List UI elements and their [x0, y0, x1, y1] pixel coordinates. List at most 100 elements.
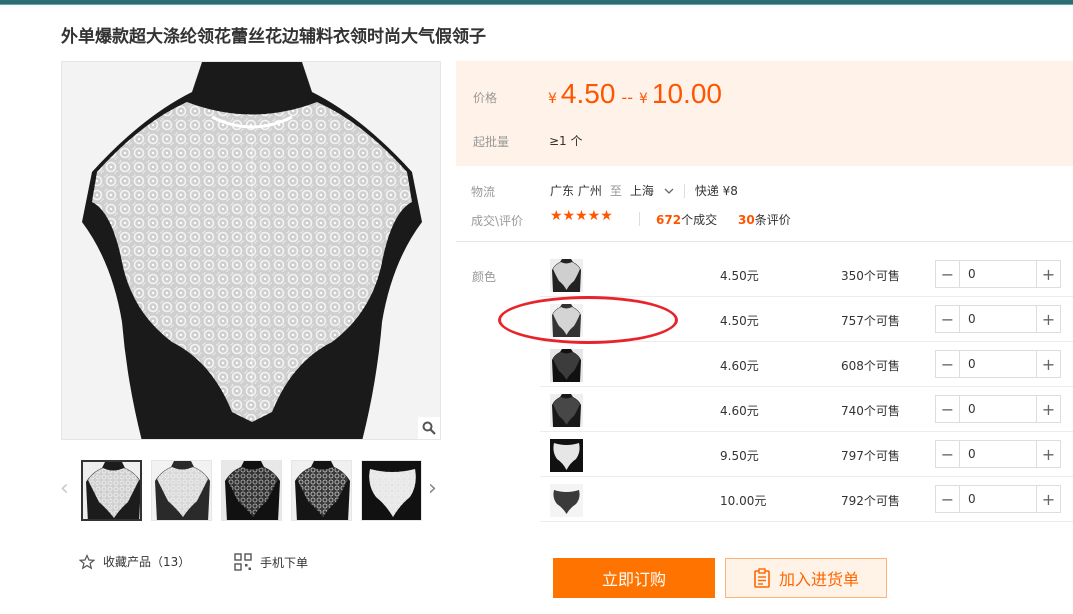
price-panel	[456, 61, 1073, 166]
increase-button[interactable]: +	[1036, 486, 1060, 512]
order-now-button[interactable]: 立即订购	[553, 558, 715, 598]
sku-stock: 350个可售	[841, 269, 900, 283]
quantity-stepper: − +	[935, 440, 1061, 468]
shipping-fee: 快递 ¥8	[694, 184, 738, 198]
sku-price: 4.60元	[720, 404, 759, 418]
qr-code-icon	[234, 553, 252, 571]
quantity-input[interactable]	[960, 351, 1036, 377]
quantity-stepper: − +	[935, 305, 1061, 333]
thumbnail-image	[152, 461, 211, 520]
increase-button[interactable]: +	[1036, 441, 1060, 467]
divider	[683, 183, 685, 198]
quantity-input[interactable]	[960, 261, 1036, 287]
decrease-button[interactable]: −	[936, 351, 960, 377]
quantity-stepper: − +	[935, 260, 1061, 288]
quantity-input[interactable]	[960, 306, 1036, 332]
sku-thumbnail[interactable]	[550, 349, 583, 382]
thumbnail-next-arrow[interactable]: ›	[428, 478, 437, 500]
sku-image	[550, 259, 583, 292]
quantity-stepper: − +	[935, 485, 1061, 513]
sku-stock: 608个可售	[841, 359, 900, 373]
sku-price: 4.50元	[720, 314, 759, 328]
sku-thumbnail[interactable]	[550, 259, 583, 292]
deals-number: 672	[656, 213, 682, 227]
sku-row: 4.60元 608个可售 − +	[540, 342, 1073, 387]
divider	[639, 212, 640, 226]
thumbnail-4[interactable]	[291, 460, 352, 521]
mobile-order-label: 手机下单	[260, 555, 309, 570]
sku-price: 4.50元	[720, 269, 759, 283]
color-label: 颜色	[472, 270, 497, 284]
thumbnail-1[interactable]	[81, 460, 142, 521]
ship-from: 广东 广州	[550, 184, 602, 198]
decrease-button[interactable]: −	[936, 396, 960, 422]
thumbnail-image	[362, 461, 421, 520]
to-word: 至	[609, 184, 622, 198]
sku-price: 10.00元	[720, 494, 767, 508]
logistics-label: 物流	[471, 185, 496, 199]
sku-stock: 757个可售	[841, 314, 900, 328]
thumbnail-3[interactable]	[221, 460, 282, 521]
destination-select[interactable]: 上海	[630, 182, 654, 199]
mobile-order-link[interactable]: 手机下单	[234, 553, 308, 571]
add-to-list-button[interactable]: 加入进货单	[725, 558, 887, 598]
sku-image	[550, 349, 583, 382]
rating-stars: ★★★★★	[550, 208, 613, 224]
quantity-input[interactable]	[960, 441, 1036, 467]
thumbnail-prev-arrow[interactable]: ‹	[60, 478, 69, 500]
sku-row: 4.50元 350个可售 − +	[540, 252, 1073, 297]
moq-value: ≥1 个	[549, 134, 583, 148]
sku-thumbnail[interactable]	[550, 304, 583, 337]
star-outline-icon	[79, 553, 95, 569]
sku-thumbnail[interactable]	[550, 484, 583, 517]
thumbnail-image	[222, 461, 281, 520]
reviews-number: 30	[738, 213, 755, 227]
reviews-suffix: 条评价	[754, 213, 791, 227]
product-title: 外单爆款超大涤纶领花蕾丝花边辅料衣领时尚大气假领子	[61, 27, 486, 47]
add-to-list-label: 加入进货单	[778, 570, 859, 589]
thumbnail-5[interactable]	[361, 460, 422, 521]
increase-button[interactable]: +	[1036, 306, 1060, 332]
quantity-stepper: − +	[935, 350, 1061, 378]
moq-label: 起批量	[473, 135, 510, 149]
quantity-stepper: − +	[935, 395, 1061, 423]
thumbnail-2[interactable]	[151, 460, 212, 521]
reviews-count[interactable]: 30条评价	[738, 211, 791, 228]
sku-image	[550, 439, 583, 472]
increase-button[interactable]: +	[1036, 261, 1060, 287]
sku-stock: 797个可售	[841, 449, 900, 463]
thumbnail-image	[83, 462, 140, 519]
price-max: 10.00	[651, 78, 722, 109]
increase-button[interactable]: +	[1036, 351, 1060, 377]
deals-suffix: 个成交	[681, 213, 718, 227]
decrease-button[interactable]: −	[936, 306, 960, 332]
main-product-image[interactable]	[61, 61, 441, 440]
logistics-info: 广东 广州 至 上海 快递 ¥8	[550, 182, 738, 199]
decrease-button[interactable]: −	[936, 486, 960, 512]
decrease-button[interactable]: −	[936, 261, 960, 287]
sku-row: 4.60元 740个可售 − +	[540, 387, 1073, 432]
sku-row: 9.50元 797个可售 − +	[540, 432, 1073, 477]
price-min: 4.50	[560, 78, 616, 109]
increase-button[interactable]: +	[1036, 396, 1060, 422]
sku-thumbnail[interactable]	[550, 394, 583, 427]
sku-thumbnail[interactable]	[550, 439, 583, 472]
top-accent-bar	[0, 0, 1073, 5]
trade-label: 成交\评价	[471, 214, 524, 228]
decrease-button[interactable]: −	[936, 441, 960, 467]
sku-stock: 740个可售	[841, 404, 900, 418]
deals-count[interactable]: 672个成交	[656, 211, 717, 228]
zoom-button[interactable]	[418, 417, 440, 439]
quantity-input[interactable]	[960, 486, 1036, 512]
chevron-down-icon[interactable]	[664, 187, 674, 195]
favorite-product-link[interactable]: 收藏产品（13）	[79, 553, 190, 570]
section-divider	[456, 241, 1073, 242]
lace-collar-photo	[62, 62, 440, 439]
favorite-label: 收藏产品（13）	[103, 555, 191, 569]
sku-stock: 792个可售	[841, 494, 900, 508]
thumbnail-image	[292, 461, 351, 520]
currency-symbol: ¥	[548, 91, 557, 107]
price-label: 价格	[473, 91, 498, 105]
sku-price: 4.60元	[720, 359, 759, 373]
quantity-input[interactable]	[960, 396, 1036, 422]
